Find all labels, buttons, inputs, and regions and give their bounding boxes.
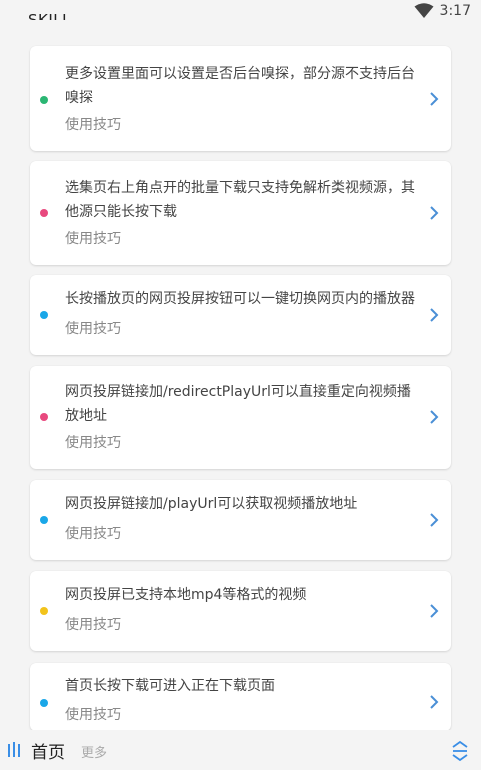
tip-card[interactable]: 网页投屏链接加/playUrl可以获取视频播放地址 使用技巧 [30,480,451,560]
clipped-header-text: SKILL [28,11,71,20]
tip-card[interactable]: 首页长按下载可进入正在下载页面 使用技巧 [30,663,451,731]
chevron-right-icon [430,695,439,709]
tip-title: 长按播放页的网页投屏按钮可以一键切换网页内的播放器 [65,291,415,307]
status-right: 3:17 [414,3,471,19]
tip-dot [40,209,48,217]
tip-card[interactable]: 长按播放页的网页投屏按钮可以一键切换网页内的播放器 使用技巧 [30,275,451,355]
tip-title: 网页投屏链接加/redirectPlayUrl可以直接重定向视频播放地址 [65,384,411,424]
chevron-right-icon [430,513,439,527]
menu-lines-icon[interactable] [8,742,22,758]
tip-subtitle: 使用技巧 [65,707,121,723]
tip-card[interactable]: 更多设置里面可以设置是否后台嗅探，部分源不支持后台嗅探 使用技巧 [30,46,451,151]
tip-card[interactable]: 网页投屏链接加/redirectPlayUrl可以直接重定向视频播放地址 使用技… [30,366,451,469]
tip-subtitle: 使用技巧 [65,435,121,451]
tip-title: 选集页右上角点开的批量下载只支持免解析类视频源，其他源只能长按下载 [65,180,415,220]
chevron-right-icon [430,206,439,220]
tip-subtitle: 使用技巧 [65,231,121,247]
chevron-right-icon [430,308,439,322]
wifi-icon [414,3,434,18]
tip-subtitle: 使用技巧 [65,117,121,133]
tip-dot [40,516,48,524]
tip-subtitle: 使用技巧 [65,321,121,337]
home-tab[interactable]: 首页 [31,738,65,763]
sort-icon[interactable] [451,740,469,762]
tip-dot [40,413,48,421]
tip-title: 网页投屏已支持本地mp4等格式的视频 [65,587,307,603]
bottom-bar: 首页 更多 [0,730,481,770]
tip-title: 更多设置里面可以设置是否后台嗅探，部分源不支持后台嗅探 [65,66,415,106]
tip-dot [40,607,48,615]
tip-card[interactable]: 网页投屏已支持本地mp4等格式的视频 使用技巧 [30,571,451,651]
tip-title: 网页投屏链接加/playUrl可以获取视频播放地址 [65,496,358,512]
tip-dot [40,699,48,707]
chevron-right-icon [430,92,439,106]
chevron-right-icon [430,604,439,618]
tip-card[interactable]: 选集页右上角点开的批量下载只支持免解析类视频源，其他源只能长按下载 使用技巧 [30,161,451,265]
more-tab[interactable]: 更多 [81,742,107,761]
status-bar: SKILL 3:17 [0,0,481,26]
tip-subtitle: 使用技巧 [65,526,121,542]
chevron-right-icon [430,410,439,424]
tip-dot [40,96,48,104]
tip-dot [40,311,48,319]
status-time: 3:17 [439,3,471,19]
tip-title: 首页长按下载可进入正在下载页面 [65,678,275,694]
tip-subtitle: 使用技巧 [65,617,121,633]
